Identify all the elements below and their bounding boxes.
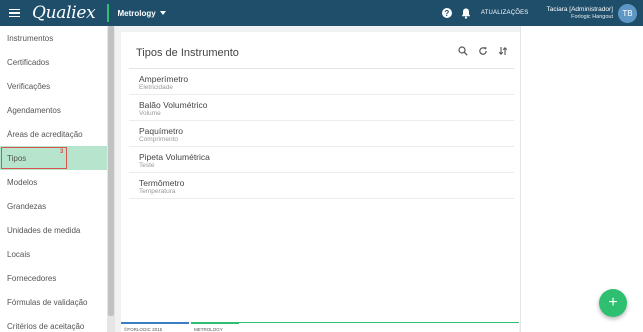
sidebar-item-verificacoes[interactable]: Verificações (0, 74, 107, 98)
help-icon[interactable]: ? (441, 8, 452, 18)
sidebar-item-label: Critérios de aceitação (7, 321, 85, 331)
sidebar-item-label: Certificados (7, 57, 50, 67)
footer: ©FORLOGIC 2015 METROLOGY (121, 322, 519, 332)
sidebar-item-tipos[interactable]: Tipos 3 (0, 146, 107, 170)
search-icon[interactable] (458, 46, 468, 56)
list-item-subtitle: Comprimento (139, 136, 179, 143)
user-name: Taciara [Administrador] (546, 6, 613, 14)
sidebar-item-modelos[interactable]: Modelos (0, 170, 107, 194)
scrollbar-thumb[interactable] (108, 26, 114, 316)
sidebar-item-label: Agendamentos (7, 105, 61, 115)
annotation-badge: 3 (60, 149, 64, 155)
sidebar-item-instrumentos[interactable]: Instrumentos (0, 26, 107, 50)
sidebar: Instrumentos Certificados Verificações A… (0, 26, 107, 332)
sidebar-item-certificados[interactable]: Certificados (0, 50, 107, 74)
sidebar-item-formulas-de-validacao[interactable]: Fórmulas de validação (0, 290, 107, 314)
sidebar-item-label: Unidades de medida (7, 225, 81, 235)
sidebar-item-unidades-de-medida[interactable]: Unidades de medida (0, 218, 107, 242)
page-title: Tipos de Instrumento (136, 47, 239, 59)
main-content: Tipos de Instrumento Amperímetro Eletric… (115, 26, 520, 332)
avatar[interactable]: TB (618, 3, 637, 23)
app-logo[interactable]: Qualiex (32, 3, 96, 23)
sidebar-item-label: Grandezas (7, 201, 47, 211)
list-item-title: Termômetro (139, 178, 185, 188)
highlight-box (1, 147, 67, 169)
sidebar-item-grandezas[interactable]: Grandezas (0, 194, 107, 218)
top-bar: Qualiex Metrology ? ATUALIZAÇÕES Taciara… (0, 0, 643, 26)
list-item[interactable]: Pipeta Volumétrica Teste (129, 147, 514, 173)
right-panel (520, 26, 643, 332)
list-item-subtitle: Volume (139, 110, 161, 117)
module-selector[interactable]: Metrology (117, 8, 166, 18)
list-item-subtitle: Eletricidade (139, 84, 173, 91)
logo-divider (107, 4, 110, 22)
footer-copyright: ©FORLOGIC 2015 (121, 322, 189, 332)
list-item[interactable]: Balão Volumétrico Volume (129, 95, 514, 121)
hamburger-menu-icon[interactable] (0, 0, 28, 26)
sidebar-item-areas-de-acreditacao[interactable]: Áreas de acreditação (0, 122, 107, 146)
user-info[interactable]: Taciara [Administrador] Forlogic Hangout (547, 6, 613, 20)
bell-icon[interactable] (461, 7, 472, 19)
sidebar-item-label: Instrumentos (7, 33, 54, 43)
list-item[interactable]: Termômetro Temperatura (129, 173, 514, 199)
list-item-title: Pipeta Volumétrica (139, 152, 210, 162)
list-item-title: Paquímetro (139, 126, 183, 136)
sort-icon[interactable] (498, 46, 508, 56)
sidebar-item-label: Verificações (7, 81, 51, 91)
sidebar-item-label: Modelos (7, 177, 38, 187)
sidebar-item-label: Fornecedores (7, 273, 57, 283)
updates-link[interactable]: ATUALIZAÇÕES (481, 10, 529, 16)
list-item-subtitle: Temperatura (139, 188, 176, 195)
sidebar-item-criterios-de-aceitacao[interactable]: Critérios de aceitação (0, 314, 107, 332)
sidebar-item-fornecedores[interactable]: Fornecedores (0, 266, 107, 290)
list-item-subtitle: Teste (139, 162, 155, 169)
footer-divider (239, 322, 519, 323)
module-label: Metrology (117, 8, 156, 18)
footer-module-tab[interactable]: METROLOGY (191, 322, 239, 332)
refresh-icon[interactable] (478, 46, 488, 56)
add-button[interactable]: + (599, 289, 627, 317)
instrument-types-list: Amperímetro Eletricidade Balão Volumétri… (129, 69, 514, 199)
sidebar-item-label: Fórmulas de validação (7, 297, 88, 307)
sidebar-item-locais[interactable]: Locais (0, 242, 107, 266)
card-toolbar (458, 46, 508, 56)
sidebar-scrollbar[interactable] (107, 26, 115, 332)
sidebar-item-agendamentos[interactable]: Agendamentos (0, 98, 107, 122)
instrument-types-card: Tipos de Instrumento Amperímetro Eletric… (121, 32, 520, 324)
list-item-title: Amperímetro (139, 74, 189, 84)
sidebar-item-label: Áreas de acreditação (7, 129, 83, 139)
list-item-title: Balão Volumétrico (139, 100, 208, 110)
user-organization: Forlogic Hangout (571, 13, 613, 20)
chevron-down-icon (159, 11, 166, 15)
list-item[interactable]: Paquímetro Comprimento (129, 121, 514, 147)
sidebar-item-label: Locais (7, 249, 31, 259)
list-item[interactable]: Amperímetro Eletricidade (129, 69, 514, 95)
